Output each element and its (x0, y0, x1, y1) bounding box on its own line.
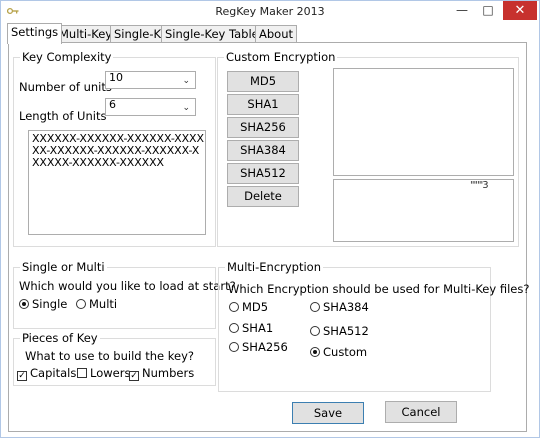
multi-sha512-radio[interactable]: SHA512 (310, 324, 369, 338)
radio-indicator (229, 323, 239, 333)
custom-encryption-title: Custom Encryption (224, 50, 338, 64)
encryption-output-box[interactable]: '''''''3 (333, 179, 514, 242)
minimize-button[interactable]: — (449, 1, 475, 20)
radio-indicator (229, 342, 239, 352)
tab-single-key-table[interactable]: Single-Key Table (161, 25, 263, 43)
key-preview-line: XXXXX-XXXXXX-XXXXXX (32, 156, 164, 169)
numbers-checkbox[interactable]: ✓ Numbers (129, 366, 194, 381)
multi-sha256-radio[interactable]: SHA256 (229, 340, 288, 354)
pieces-of-key-group: Pieces of Key What to use to build the k… (13, 331, 216, 386)
sha1-button[interactable]: SHA1 (227, 94, 299, 115)
single-or-multi-group: Single or Multi Which would you like to … (13, 260, 236, 329)
multi-custom-radio[interactable]: Custom (310, 345, 367, 359)
delete-button[interactable]: Delete (227, 186, 299, 207)
multi-sha1-label: SHA1 (242, 321, 274, 335)
cancel-button[interactable]: Cancel (385, 401, 457, 423)
pieces-of-key-question: What to use to build the key? (25, 349, 194, 363)
number-of-units-value: 10 (109, 71, 123, 84)
title-bar: RegKey Maker 2013 — □ ✕ (1, 1, 539, 23)
multi-encryption-question: Which Encryption should be used for Mult… (228, 282, 530, 296)
maximize-button[interactable]: □ (475, 1, 501, 20)
multi-radio-label: Multi (89, 297, 118, 311)
multi-md5-radio[interactable]: MD5 (229, 300, 268, 314)
custom-encryption-group: Custom Encryption MD5 SHA1 SHA256 SHA384… (217, 50, 519, 247)
multi-encryption-group: Multi-Encryption Which Encryption should… (218, 260, 529, 392)
key-complexity-title: Key Complexity (20, 50, 114, 64)
lowers-checkbox[interactable]: Lowers (77, 366, 130, 380)
radio-indicator (19, 299, 29, 309)
close-icon: ✕ (514, 3, 526, 18)
numbers-label: Numbers (142, 366, 195, 380)
multi-radio[interactable]: Multi (76, 297, 117, 311)
multi-custom-label: Custom (323, 345, 368, 359)
close-button[interactable]: ✕ (503, 1, 537, 20)
single-or-multi-title: Single or Multi (20, 260, 107, 274)
chevron-down-icon: ⌄ (182, 76, 190, 86)
pieces-of-key-title: Pieces of Key (20, 331, 100, 345)
length-of-units-select[interactable]: 6 ⌄ (105, 98, 196, 116)
encryption-sequence-box[interactable] (333, 68, 514, 176)
radio-indicator (76, 299, 86, 309)
capitals-label: Capitals (30, 366, 77, 380)
multi-sha384-radio[interactable]: SHA384 (310, 300, 369, 314)
multi-sha512-label: SHA512 (323, 324, 369, 338)
chevron-down-icon: ⌄ (182, 103, 190, 113)
capitals-checkbox[interactable]: ✓ Capitals (17, 366, 76, 381)
number-of-units-label: Number of units (19, 80, 112, 94)
app-window: RegKey Maker 2013 — □ ✕ Settings Multi-K… (0, 0, 540, 438)
single-radio[interactable]: Single (19, 297, 67, 311)
tab-settings[interactable]: Settings (7, 23, 63, 44)
save-button[interactable]: Save (292, 402, 364, 424)
checkbox-indicator: ✓ (17, 371, 27, 381)
single-radio-label: Single (32, 297, 68, 311)
multi-sha384-label: SHA384 (323, 300, 369, 314)
sha256-button[interactable]: SHA256 (227, 117, 299, 138)
multi-md5-label: MD5 (242, 300, 269, 314)
radio-indicator (310, 326, 320, 336)
radio-indicator (310, 347, 320, 357)
lowers-label: Lowers (90, 366, 131, 380)
md5-button[interactable]: MD5 (227, 71, 299, 92)
number-of-units-select[interactable]: 10 ⌄ (105, 71, 196, 89)
maximize-icon: □ (482, 3, 494, 17)
checkbox-indicator: ✓ (129, 371, 139, 381)
length-of-units-label: Length of Units (19, 109, 107, 123)
tab-about[interactable]: About (255, 25, 298, 43)
single-or-multi-question: Which would you like to load at start? (19, 279, 236, 293)
key-complexity-group: Key Complexity Number of units 10 ⌄ Leng… (13, 50, 216, 247)
checkbox-indicator (77, 368, 87, 378)
multi-sha1-radio[interactable]: SHA1 (229, 321, 273, 335)
length-of-units-value: 6 (109, 98, 116, 111)
minimize-icon: — (456, 3, 468, 17)
sha384-button[interactable]: SHA384 (227, 140, 299, 161)
sha512-button[interactable]: SHA512 (227, 163, 299, 184)
settings-panel: Key Complexity Number of units 10 ⌄ Leng… (8, 42, 529, 432)
multi-encryption-title: Multi-Encryption (225, 260, 323, 274)
encryption-output-text: '''''''3 (470, 180, 489, 191)
multi-sha256-label: SHA256 (242, 340, 288, 354)
radio-indicator (310, 302, 320, 312)
radio-indicator (229, 302, 239, 312)
key-preview-textbox[interactable]: XXXXXX-XXXXXX-XXXXXX-XXXX XX-XXXXXX-XXXX… (28, 130, 206, 235)
tab-multi-key[interactable]: Multi-Key (55, 25, 117, 43)
